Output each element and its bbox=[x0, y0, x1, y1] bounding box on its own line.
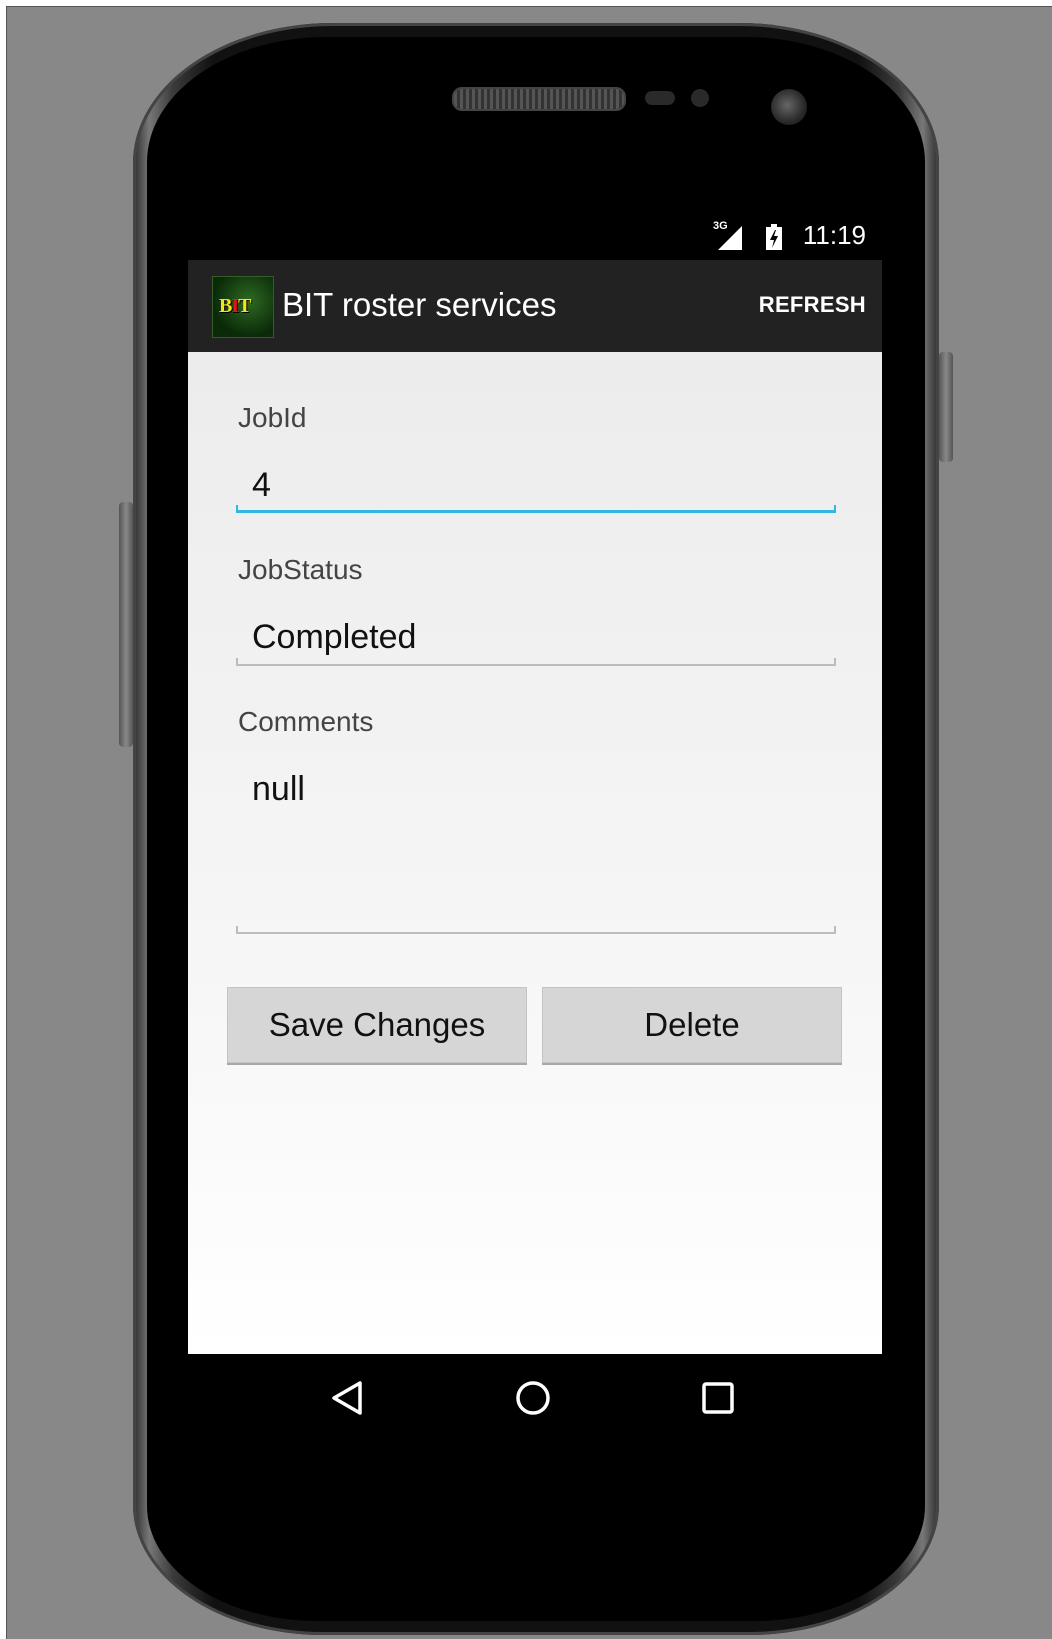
status-time: 11:19 bbox=[802, 220, 866, 250]
job-id-input[interactable]: 4 bbox=[252, 466, 271, 505]
home-icon[interactable] bbox=[513, 1378, 553, 1418]
device-screen: 3G 11:19 BIT BIT roster services REFRESH… bbox=[188, 210, 882, 1440]
comments-label: Comments bbox=[238, 706, 374, 737]
app-title: BIT roster services bbox=[282, 286, 557, 323]
job-id-underline bbox=[236, 505, 836, 513]
light-sensor bbox=[691, 89, 709, 107]
job-status-underline bbox=[236, 658, 836, 666]
comments-underline bbox=[236, 926, 836, 934]
app-logo-icon: BIT bbox=[212, 276, 274, 338]
back-icon[interactable] bbox=[328, 1378, 368, 1418]
delete-button[interactable]: Delete bbox=[542, 987, 842, 1063]
battery-icon bbox=[766, 224, 782, 250]
navigation-bar bbox=[188, 1354, 882, 1440]
proximity-sensor bbox=[645, 91, 675, 105]
app-logo-text: BIT bbox=[219, 295, 252, 317]
power-button bbox=[939, 352, 953, 462]
job-id-label: JobId bbox=[238, 402, 307, 433]
earpiece-speaker bbox=[452, 87, 626, 111]
recents-icon[interactable] bbox=[698, 1378, 738, 1418]
job-status-label: JobStatus bbox=[238, 554, 363, 585]
front-camera bbox=[771, 89, 807, 125]
save-changes-button[interactable]: Save Changes bbox=[227, 987, 527, 1063]
job-status-input[interactable]: Completed bbox=[252, 618, 416, 657]
comments-input[interactable]: null bbox=[252, 770, 305, 809]
action-bar: BIT BIT roster services REFRESH bbox=[188, 260, 882, 352]
signal-icon bbox=[718, 226, 742, 250]
volume-button bbox=[119, 502, 133, 747]
refresh-button[interactable]: REFRESH bbox=[759, 292, 866, 318]
job-edit-form: JobId 4 JobStatus Completed Comments nul… bbox=[188, 352, 882, 1354]
status-bar: 3G 11:19 bbox=[188, 210, 882, 260]
